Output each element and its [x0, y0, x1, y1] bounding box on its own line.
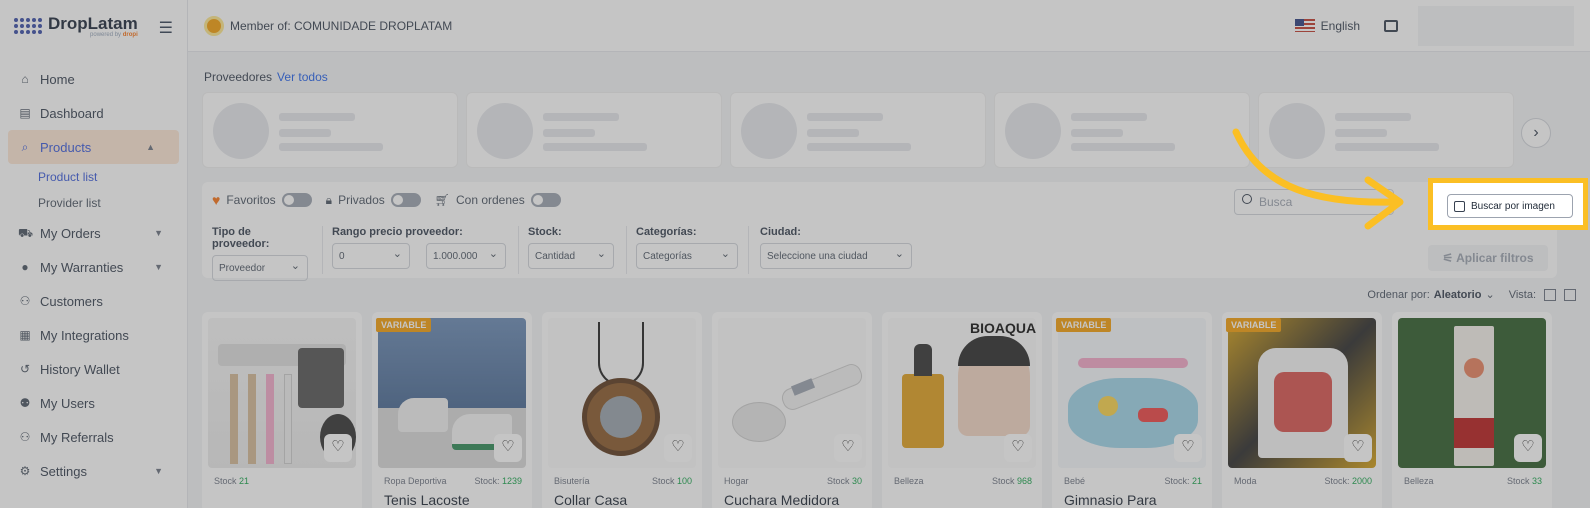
- pointer-arrow: [1232, 128, 1404, 230]
